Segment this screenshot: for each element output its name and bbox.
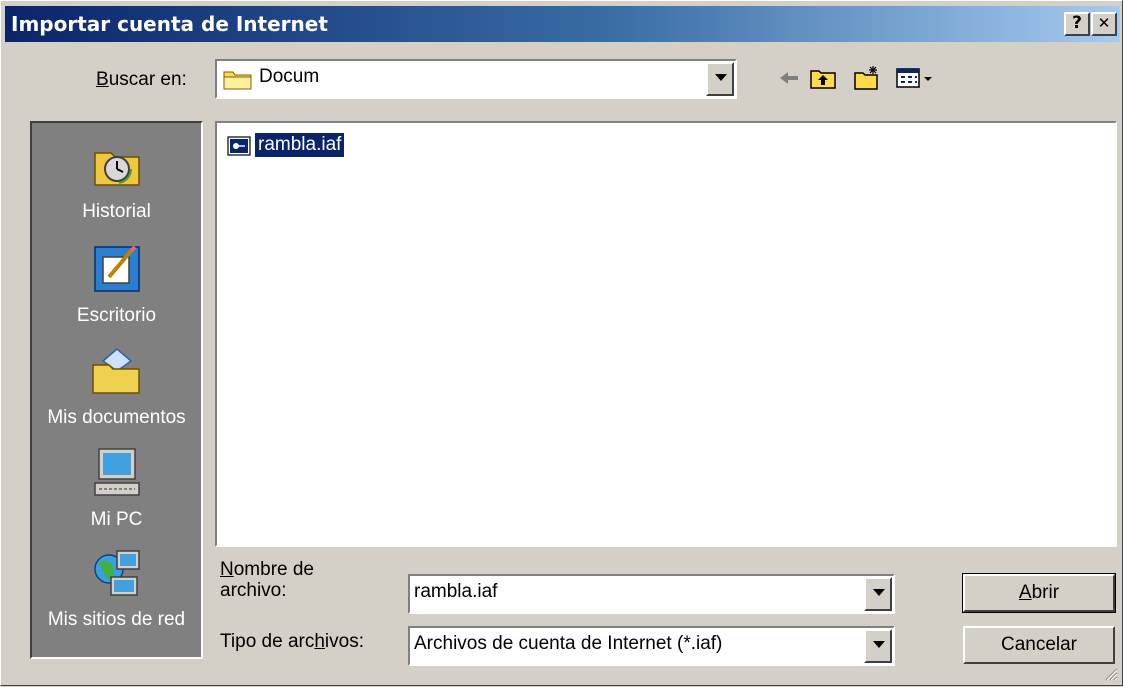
import-account-dialog: Importar cuenta de Internet ? ✕ Buscar e… <box>0 0 1123 686</box>
up-one-level-icon[interactable] <box>809 64 837 92</box>
filetype-label: Tipo de archivos: <box>220 631 364 652</box>
cancel-button[interactable]: Cancelar <box>963 626 1115 664</box>
file-name: rambla.iaf <box>253 132 346 158</box>
network-places-icon <box>32 547 201 605</box>
place-desktop[interactable]: Escritorio <box>32 243 201 327</box>
place-my-documents[interactable]: Mis documentos <box>32 345 201 429</box>
folder-icon <box>223 68 253 96</box>
filetype-combo[interactable]: Archivos de cuenta de Internet (*.iaf) <box>408 626 895 666</box>
lookin-combo[interactable]: Docum <box>215 59 737 99</box>
lookin-label: Buscar en: <box>96 69 187 90</box>
open-button[interactable]: Abrir <box>962 573 1116 613</box>
window-title: Importar cuenta de Internet <box>11 12 328 36</box>
desktop-icon <box>32 243 201 301</box>
place-history[interactable]: Historial <box>32 139 201 223</box>
filetype-value: Archivos de cuenta de Internet (*.iaf) <box>414 633 723 654</box>
filename-dropdown-button[interactable] <box>864 577 892 611</box>
place-network[interactable]: Mis sitios de red <box>32 547 201 631</box>
lookin-value: Docum <box>259 66 320 87</box>
help-button[interactable]: ? <box>1064 12 1090 36</box>
resize-grip-icon[interactable] <box>1102 665 1118 681</box>
place-history-label: Historial <box>82 201 151 222</box>
my-computer-icon <box>32 447 201 505</box>
iaf-file-icon <box>227 135 251 163</box>
view-menu-icon[interactable] <box>895 64 935 92</box>
back-arrow-icon[interactable] <box>776 64 804 92</box>
close-button[interactable]: ✕ <box>1091 12 1117 36</box>
filetype-dropdown-button[interactable] <box>864 629 892 663</box>
lookin-dropdown-button[interactable] <box>706 62 734 96</box>
history-icon <box>32 139 201 197</box>
place-my-computer[interactable]: Mi PC <box>32 447 201 531</box>
filename-value: rambla.iaf <box>414 581 498 602</box>
place-my-computer-label: Mi PC <box>90 509 143 530</box>
filename-label: Nombre de archivo: <box>220 559 315 601</box>
filename-combo[interactable]: rambla.iaf <box>408 574 895 614</box>
place-desktop-label: Escritorio <box>76 305 157 326</box>
places-bar: Historial Escritorio Mis documentos Mi P… <box>30 121 203 659</box>
title-bar[interactable]: Importar cuenta de Internet ? ✕ <box>5 6 1120 42</box>
my-documents-icon <box>32 345 201 403</box>
place-my-documents-label: Mis documentos <box>47 407 186 428</box>
place-network-label: Mis sitios de red <box>47 609 186 630</box>
file-list[interactable]: rambla.iaf <box>215 121 1117 547</box>
new-folder-icon[interactable] <box>853 64 881 92</box>
